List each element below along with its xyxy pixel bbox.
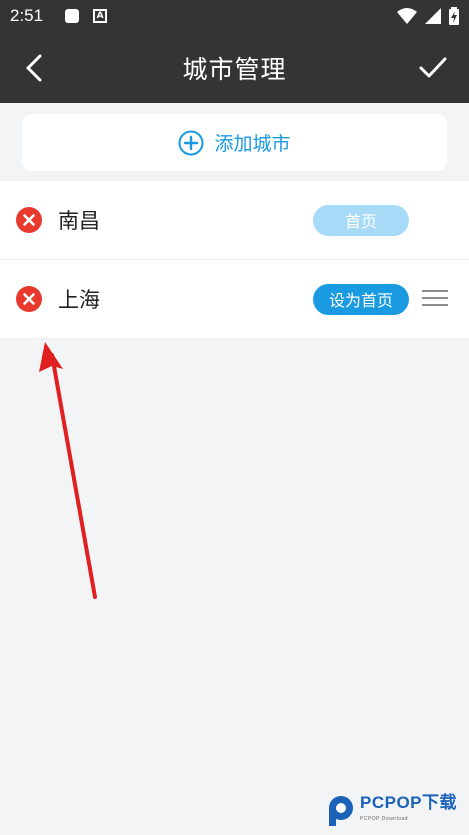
pcpop-logo-icon — [329, 796, 353, 826]
status-time: 2:51 — [10, 6, 44, 25]
watermark: PCPOP下载 PCPOP Download — [326, 793, 466, 829]
watermark-sub: PCPOP Download — [360, 816, 409, 822]
city-row: 上海 设为首页 — [0, 260, 469, 339]
battery-charging-icon — [449, 7, 459, 25]
wifi-icon — [397, 8, 417, 24]
add-city-label: 添加城市 — [214, 133, 291, 155]
notification-square-icon — [65, 9, 80, 23]
status-right-icons — [397, 7, 459, 25]
delete-city-icon[interactable] — [16, 286, 42, 312]
status-bar: 2:51 A — [0, 0, 469, 32]
watermark-brand: PCPOP下载 — [360, 793, 458, 812]
signal-icon — [425, 8, 441, 24]
confirm-button[interactable] — [415, 50, 451, 86]
title-bar: 城市管理 — [0, 32, 469, 103]
add-city-button[interactable]: 添加城市 — [22, 114, 447, 171]
plus-circle-icon — [178, 130, 204, 155]
watermark-text: PCPOP下载 PCPOP Download — [360, 793, 458, 827]
current-home-badge: 首页 — [313, 204, 409, 236]
check-icon — [419, 57, 447, 78]
chevron-left-icon — [26, 54, 42, 82]
city-name: 南昌 — [58, 209, 100, 233]
city-name: 上海 — [58, 288, 100, 312]
city-row: 南昌 首页 — [0, 181, 469, 260]
city-list: 南昌 首页 上海 设为首页 — [0, 181, 469, 339]
a-badge-icon: A — [93, 9, 108, 23]
drag-handle-icon[interactable] — [422, 290, 448, 308]
page-title: 城市管理 — [182, 54, 287, 84]
set-as-home-button[interactable]: 设为首页 — [313, 283, 409, 315]
delete-city-icon[interactable] — [16, 207, 42, 233]
back-button[interactable] — [18, 50, 54, 86]
